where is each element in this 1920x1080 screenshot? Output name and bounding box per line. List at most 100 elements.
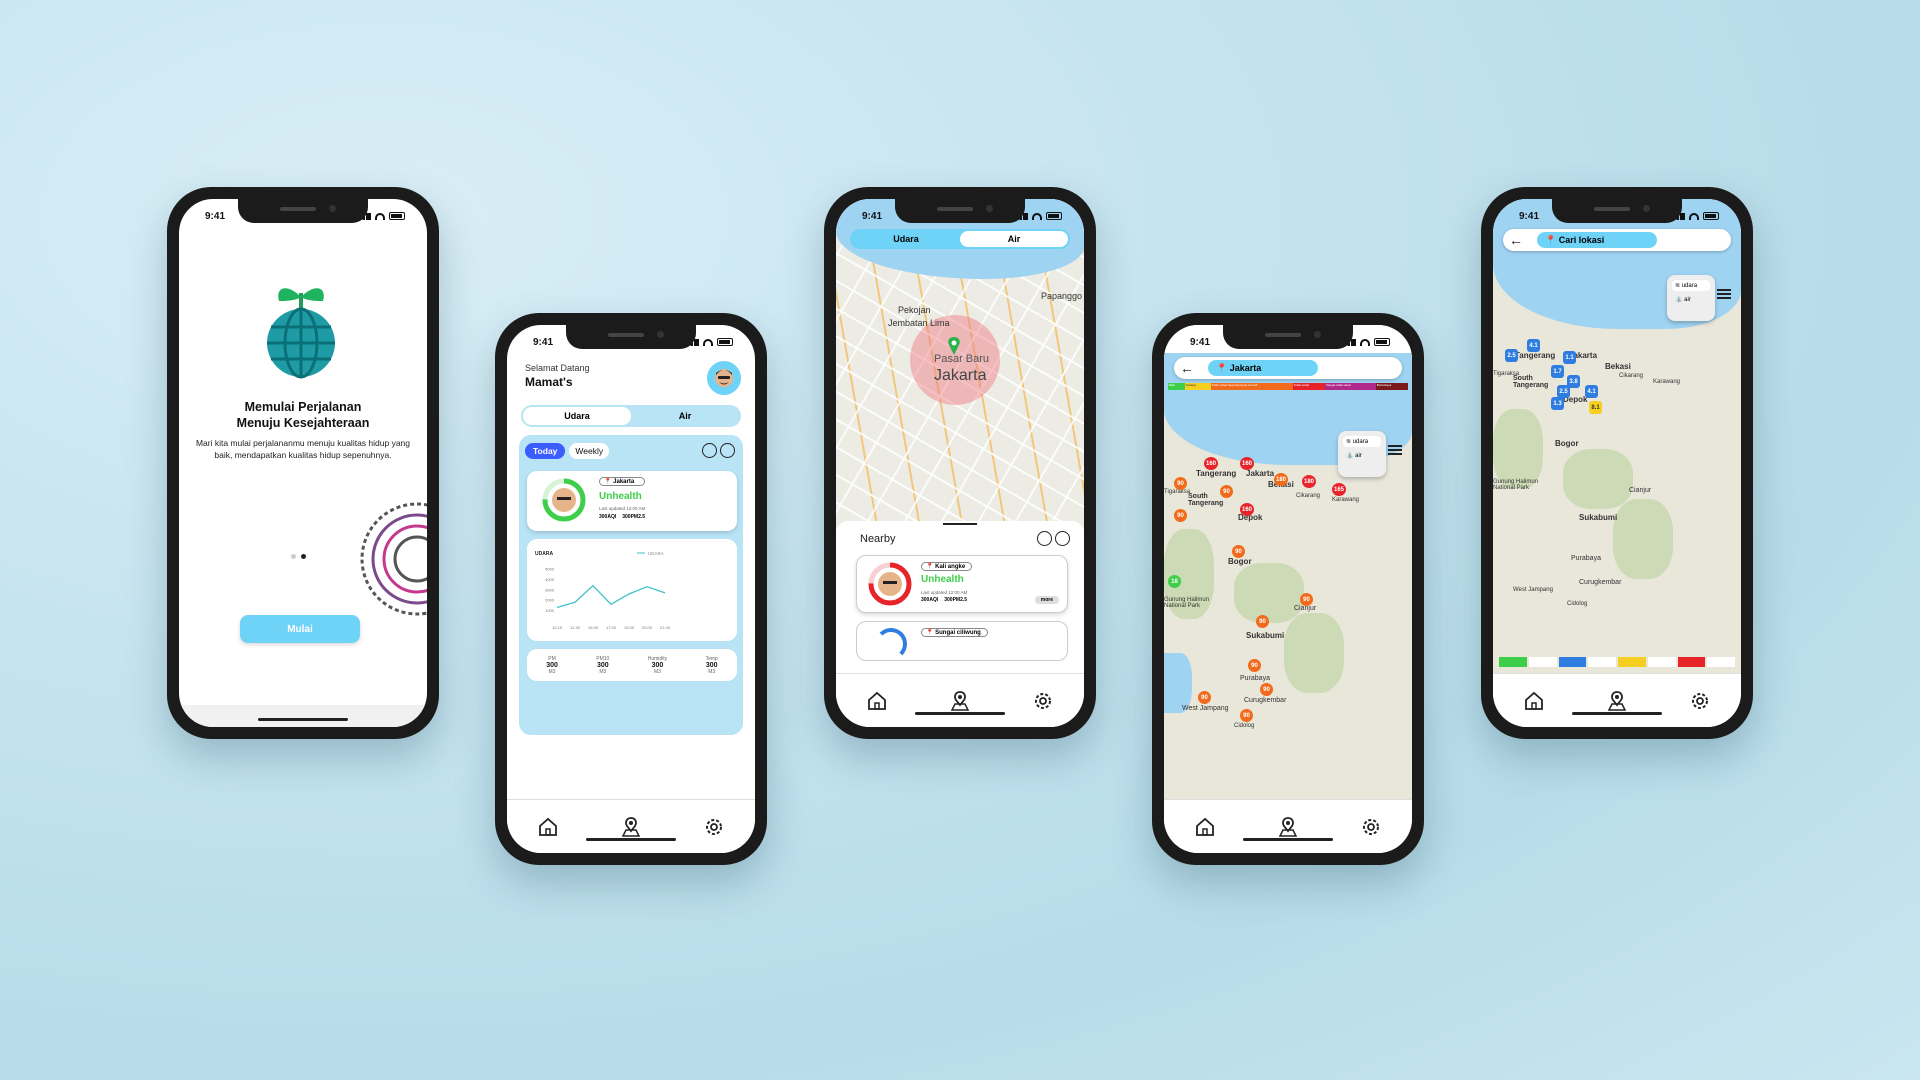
home-icon[interactable] [1520, 687, 1548, 715]
home-indicator[interactable] [1243, 838, 1333, 841]
home-icon[interactable] [1191, 813, 1219, 841]
aqi-pin[interactable]: 90 [1256, 615, 1269, 628]
city-cidolog: Cidolog [1234, 723, 1255, 729]
back-arrow-icon[interactable]: ← [1509, 232, 1523, 248]
tab-today[interactable]: Today [525, 443, 566, 459]
search-bar[interactable]: ← 📍 Cari lokasi [1503, 229, 1731, 251]
aqi-pin[interactable]: 90 [1174, 477, 1187, 490]
layer-udara[interactable]: ≋ udara [1343, 436, 1381, 447]
aqi-pin[interactable]: 90 [1232, 545, 1245, 558]
aqi-map-screen: 9:41 Tangerang Jakarta Bekasi South Tang… [1164, 325, 1412, 853]
layers-icon[interactable] [1388, 445, 1402, 457]
aqi-pin[interactable]: 180 [1274, 473, 1289, 486]
map-forest [1234, 563, 1304, 623]
sheet-handle[interactable] [943, 523, 977, 525]
gear-icon[interactable] [700, 813, 728, 841]
title-line-2: Menuju Kesejahteraan [236, 416, 370, 430]
tab-weekly[interactable]: Weekly [569, 443, 610, 459]
x-tick-label: 17.00 [606, 625, 617, 630]
share-icon[interactable] [1037, 531, 1052, 546]
city-cianjur: Cianjur [1294, 605, 1317, 612]
layer-air[interactable]: ⛲ air [1672, 294, 1710, 305]
page-dot-active[interactable] [301, 554, 306, 559]
x-tick-label: 10.15 [552, 625, 563, 630]
map-pin-icon[interactable] [946, 687, 974, 715]
aqi-pin[interactable]: 90 [1300, 593, 1313, 606]
card-location: Sungai ciliwung [935, 630, 981, 636]
home-screen: 9:41 Selamat Datang Mamat's Udara Air To… [507, 325, 755, 853]
aqi-pin[interactable]: 180 [1302, 475, 1317, 488]
city-jakarta: Jakarta [1246, 469, 1275, 478]
water-pin[interactable]: 1.1 [1563, 351, 1576, 364]
search-bar[interactable]: ← 📍 Jakarta [1174, 357, 1402, 379]
home-indicator[interactable] [1572, 712, 1662, 715]
wifi-icon [703, 338, 713, 346]
card-location: Kali angke [935, 564, 966, 570]
stat-pm10: PM10 300 M3 [596, 656, 609, 675]
map-area[interactable]: Tangerang Jakarta Bekasi South Tangerang… [1164, 353, 1412, 799]
notch [566, 325, 696, 349]
layer-udara-label: udara [1681, 283, 1698, 289]
gear-icon[interactable] [1686, 687, 1714, 715]
back-arrow-icon[interactable]: ← [1180, 360, 1194, 376]
water-pin[interactable]: 2.5 [1505, 349, 1518, 362]
card-metrics: 300AQI 300PM2.5 [599, 514, 645, 520]
card-updated: Last updated 12:00 AM [599, 506, 646, 511]
aqi-pin[interactable]: 18 [1168, 575, 1181, 588]
aqi-pin[interactable]: 160 [1240, 503, 1255, 516]
city-tangerang: Tangerang [1515, 351, 1556, 360]
page-dot-inactive[interactable] [291, 554, 296, 559]
water-pin[interactable]: 1.7 [1551, 365, 1564, 378]
start-button[interactable]: Mulai [240, 615, 360, 643]
water-pin[interactable]: 1.3 [1551, 397, 1564, 410]
aqi-pin[interactable]: 90 [1240, 709, 1253, 722]
aqi-pin[interactable]: 90 [1198, 691, 1211, 704]
aqi-pin[interactable]: 165 [1332, 483, 1347, 496]
aqi-pin[interactable]: 160 [1204, 457, 1219, 470]
tab-bar [1493, 673, 1741, 727]
city-gunung-halimun: Gunung Halimun National Park [1164, 597, 1210, 609]
status-time: 9:41 [533, 336, 554, 348]
tab-bar [836, 673, 1084, 727]
home-icon[interactable] [863, 687, 891, 715]
avatar[interactable] [707, 361, 741, 395]
water-pin[interactable]: 4.1 [1585, 385, 1598, 398]
map-pin-icon[interactable] [1274, 813, 1302, 841]
notification-icon[interactable] [1055, 531, 1070, 546]
home-indicator[interactable] [258, 718, 348, 721]
search-field[interactable]: 📍 Cari lokasi [1537, 232, 1657, 248]
aqi-pin[interactable]: 160 [1240, 457, 1255, 470]
phone-map-nearby: 9:41 Pekojan Jembatan Lima Papanggo Pasa… [824, 187, 1096, 739]
search-field[interactable]: 📍 Jakarta [1208, 360, 1318, 376]
aqi-pin[interactable]: 90 [1174, 509, 1187, 522]
aqi-pin[interactable]: 90 [1248, 659, 1261, 672]
layers-icon[interactable] [1717, 289, 1731, 301]
map-area[interactable]: Tangerang Jakarta Bekasi South Tangerang… [1493, 199, 1741, 673]
map-pin-icon[interactable] [1603, 687, 1631, 715]
home-icon[interactable] [534, 813, 562, 841]
air-status-card[interactable]: 📍 Jakarta Unhealth Last updated 12:00 AM… [527, 471, 737, 531]
layer-udara[interactable]: ≋ udara [1672, 280, 1710, 291]
title-line-1: Memulai Perjalanan [244, 400, 362, 414]
water-pin[interactable]: 4.1 [1527, 339, 1540, 352]
nearby-card[interactable]: 📍 Kali angke Unhealth Last updated 12:00… [856, 555, 1068, 613]
segment-air[interactable]: Air [631, 407, 739, 425]
home-indicator[interactable] [586, 838, 676, 841]
gear-icon[interactable] [1357, 813, 1385, 841]
notification-icon[interactable] [720, 443, 735, 458]
aqi-pin[interactable]: 90 [1260, 683, 1273, 696]
page-dots [291, 554, 306, 559]
layer-air[interactable]: ⛲ air [1343, 450, 1381, 461]
map-pin-icon[interactable] [617, 813, 645, 841]
aqi-pin[interactable]: 90 [1220, 485, 1233, 498]
gear-icon[interactable] [1029, 687, 1057, 715]
nearby-card-partial[interactable]: 📍 Sungai ciliwung [856, 621, 1068, 661]
water-pin[interactable]: 8.1 [1589, 401, 1602, 414]
segment-udara[interactable]: Udara [852, 231, 960, 247]
share-icon[interactable] [702, 443, 717, 458]
home-indicator[interactable] [915, 712, 1005, 715]
segment-udara[interactable]: Udara [523, 407, 631, 425]
more-button[interactable]: more [1034, 596, 1059, 604]
stats-card: PM 300 M3 PM10 300 M3 Humidity 300 M3 Temp 300 M… [527, 649, 737, 681]
segment-air[interactable]: Air [960, 231, 1068, 247]
